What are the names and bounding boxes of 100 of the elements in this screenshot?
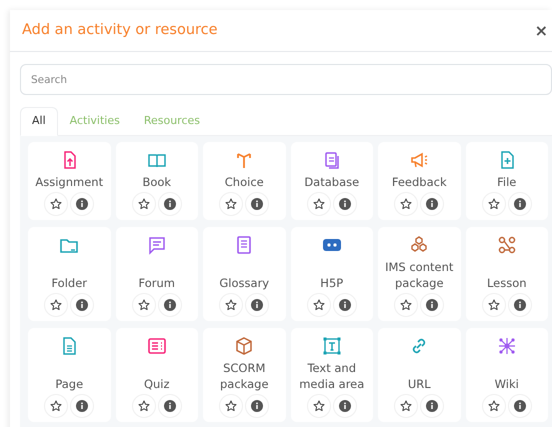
module-card[interactable]: Folder <box>28 227 110 321</box>
star-button[interactable] <box>219 293 244 317</box>
dialog-title: Add an activity or resource <box>22 20 218 40</box>
module-card[interactable]: Book <box>116 142 198 220</box>
star-button[interactable] <box>482 192 506 216</box>
info-button[interactable] <box>245 394 270 418</box>
star-button[interactable] <box>306 293 331 317</box>
module-card[interactable]: H5P <box>290 227 373 321</box>
star-button[interactable] <box>219 394 244 418</box>
module-name: Page <box>55 376 84 392</box>
info-icon <box>76 299 88 311</box>
star-button[interactable] <box>44 293 68 317</box>
search-field[interactable]: Search <box>20 64 552 95</box>
module-name: URL <box>408 376 431 392</box>
module-name: Glossary <box>219 275 270 291</box>
module-card[interactable]: Choice <box>203 142 286 220</box>
star-icon <box>225 198 238 210</box>
module-name: Forum <box>138 275 175 291</box>
module-name: Database <box>304 174 360 190</box>
star-button[interactable] <box>482 293 506 317</box>
module-card[interactable]: Feedback <box>378 142 460 220</box>
info-icon <box>251 299 264 311</box>
info-icon <box>426 299 438 311</box>
info-icon <box>514 198 526 210</box>
module-card[interactable]: Wiki <box>466 328 548 422</box>
star-button[interactable] <box>44 394 68 418</box>
info-icon <box>514 400 526 412</box>
info-button[interactable] <box>332 394 357 418</box>
info-button[interactable] <box>508 394 532 418</box>
star-icon <box>50 299 62 311</box>
info-icon <box>251 198 264 210</box>
module-card[interactable]: IMS content package <box>378 227 460 321</box>
info-button[interactable] <box>420 394 444 418</box>
module-name: Quiz <box>144 376 170 392</box>
info-button[interactable] <box>245 192 270 216</box>
module-card[interactable]: Page <box>28 328 110 422</box>
module-card[interactable]: Assignment <box>28 142 110 220</box>
info-icon <box>251 400 264 412</box>
info-button[interactable] <box>332 192 357 216</box>
star-button[interactable] <box>132 192 156 216</box>
star-icon <box>225 400 238 412</box>
tab[interactable]: All <box>20 107 58 136</box>
module-name: File <box>497 174 516 190</box>
info-button[interactable] <box>420 293 444 317</box>
module-card[interactable]: Glossary <box>203 227 286 321</box>
info-button[interactable] <box>508 192 532 216</box>
star-icon <box>138 198 150 210</box>
info-icon <box>338 299 351 311</box>
module-name: Wiki <box>494 376 519 392</box>
info-button[interactable] <box>70 293 94 317</box>
star-button[interactable] <box>482 394 506 418</box>
module-name: Lesson <box>486 275 527 291</box>
close-button[interactable]: × <box>534 22 548 38</box>
star-button[interactable] <box>306 192 331 216</box>
module-card[interactable]: Database <box>290 142 373 220</box>
star-icon <box>138 299 150 311</box>
info-icon <box>426 198 438 210</box>
info-button[interactable] <box>508 293 532 317</box>
star-icon <box>400 198 412 210</box>
star-icon <box>312 198 325 210</box>
module-name: Choice <box>224 174 264 190</box>
star-button[interactable] <box>219 192 244 216</box>
module-card[interactable]: Lesson <box>466 227 548 321</box>
info-button[interactable] <box>70 192 94 216</box>
module-card[interactable]: File <box>466 142 548 220</box>
star-icon <box>400 400 412 412</box>
module-name: IMS content package <box>384 259 454 291</box>
star-button[interactable] <box>394 192 418 216</box>
module-card[interactable]: Text and media area <box>290 328 373 422</box>
info-button[interactable] <box>158 192 182 216</box>
star-button[interactable] <box>394 394 418 418</box>
info-icon <box>514 299 526 311</box>
star-icon <box>488 299 500 311</box>
info-icon <box>76 198 88 210</box>
info-button[interactable] <box>332 293 357 317</box>
star-button[interactable] <box>306 394 331 418</box>
info-button[interactable] <box>245 293 270 317</box>
module-card[interactable]: Quiz <box>116 328 198 422</box>
module-name: SCORM package <box>218 360 270 392</box>
star-icon <box>225 299 238 311</box>
info-button[interactable] <box>158 293 182 317</box>
info-icon <box>338 400 351 412</box>
info-icon <box>164 198 176 210</box>
info-button[interactable] <box>158 394 182 418</box>
module-card[interactable]: URL <box>378 328 460 422</box>
info-button[interactable] <box>420 192 444 216</box>
info-button[interactable] <box>70 394 94 418</box>
star-button[interactable] <box>132 293 156 317</box>
star-icon <box>312 400 325 412</box>
star-button[interactable] <box>132 394 156 418</box>
star-icon <box>50 400 62 412</box>
info-icon <box>76 400 88 412</box>
module-card[interactable]: Forum <box>116 227 198 321</box>
module-card[interactable]: SCORM package <box>203 328 286 422</box>
star-icon <box>312 299 325 311</box>
info-icon <box>426 400 438 412</box>
module-name: H5P <box>320 275 344 291</box>
star-button[interactable] <box>394 293 418 317</box>
star-button[interactable] <box>44 192 68 216</box>
module-name: Book <box>142 174 172 190</box>
